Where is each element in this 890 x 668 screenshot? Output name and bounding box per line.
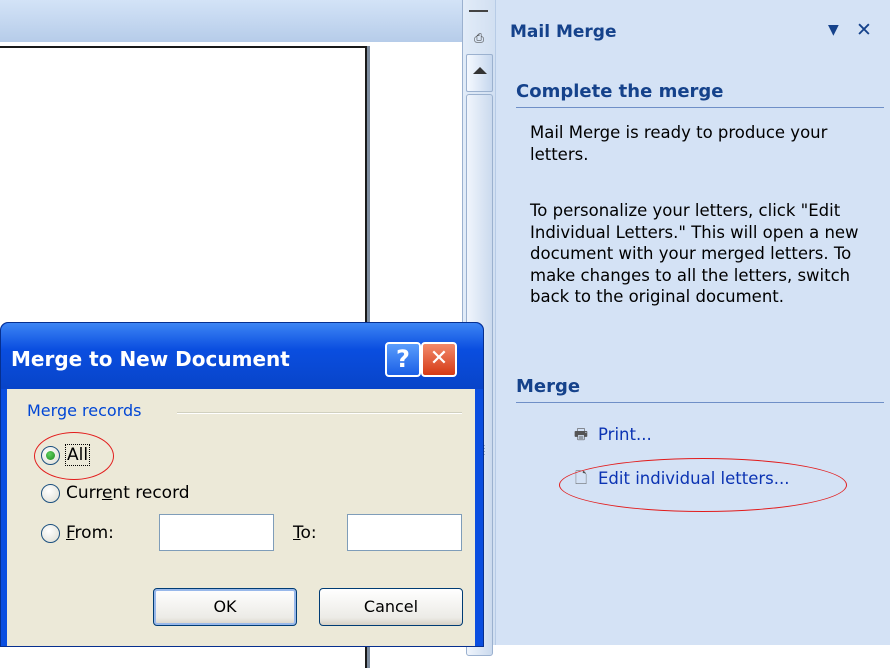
- section-heading-merge: Merge: [516, 376, 581, 397]
- print-link-label: Print...: [598, 424, 652, 444]
- help-button[interactable]: ?: [385, 342, 421, 377]
- radio-from-label: From:: [66, 523, 114, 543]
- dialog-close-button[interactable]: ✕: [421, 342, 457, 377]
- merge-to-new-document-dialog: Merge to New Document ? ✕ Merge records …: [0, 322, 484, 647]
- dialog-body: Merge records All Current record From: T…: [7, 389, 475, 646]
- mail-merge-task-pane: Mail Merge ▼ ✕ Complete the merge Mail M…: [495, 0, 890, 645]
- cancel-button[interactable]: Cancel: [319, 588, 463, 626]
- from-input[interactable]: [159, 514, 274, 551]
- radio-current-label: Current record: [66, 483, 190, 503]
- section-divider: [516, 107, 884, 108]
- ready-text: Mail Merge is ready to produce your lett…: [530, 123, 828, 164]
- radio-all-button[interactable]: [41, 445, 60, 465]
- group-label: Merge records: [27, 401, 142, 420]
- edit-individual-letters-link[interactable]: 🗋 Edit individual letters...: [570, 468, 790, 488]
- radio-all-label: All: [64, 444, 91, 466]
- dialog-titlebar[interactable]: Merge to New Document ? ✕: [1, 323, 483, 389]
- close-icon[interactable]: ✕: [856, 19, 872, 41]
- ok-button[interactable]: OK: [153, 588, 297, 626]
- to-label: To:: [293, 523, 317, 543]
- radio-from-button[interactable]: [41, 523, 60, 543]
- instructions-text: To personalize your letters, click "Edit…: [530, 201, 859, 306]
- dialog-title: Merge to New Document: [11, 347, 290, 371]
- view-ruler-icon[interactable]: ⎙: [466, 28, 492, 48]
- section-divider: [516, 402, 884, 403]
- printer-icon: 🖶: [573, 425, 589, 443]
- print-link[interactable]: 🖶 Print...: [570, 424, 652, 444]
- to-input[interactable]: [347, 514, 462, 551]
- scroll-up-button[interactable]: [466, 54, 493, 92]
- section-heading-complete: Complete the merge: [516, 81, 724, 102]
- radio-from[interactable]: From:: [41, 523, 114, 543]
- group-divider: [177, 412, 462, 414]
- document-top-band: [0, 0, 462, 42]
- dropdown-icon[interactable]: ▼: [828, 22, 839, 38]
- radio-current-record[interactable]: Current record: [41, 483, 190, 503]
- radio-all[interactable]: All: [41, 444, 91, 466]
- document-icon: 🗋: [574, 469, 588, 487]
- edit-link-label: Edit individual letters...: [598, 468, 790, 488]
- task-pane-header: Mail Merge ▼ ✕: [496, 16, 890, 52]
- split-handle[interactable]: [469, 10, 488, 22]
- radio-current-button[interactable]: [41, 483, 60, 503]
- task-pane-title: Mail Merge: [510, 22, 617, 42]
